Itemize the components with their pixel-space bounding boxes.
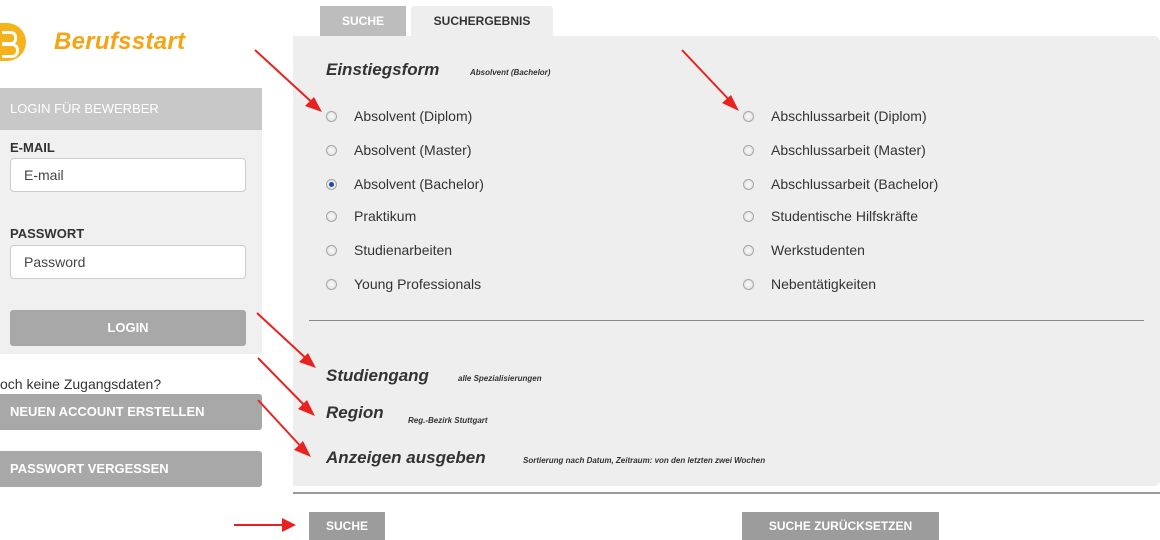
radio-button[interactable]: [743, 110, 754, 122]
region-title[interactable]: Region: [326, 403, 384, 423]
option-label: Abschlussarbeit (Diplom): [771, 108, 927, 124]
option-absolvent-diplom[interactable]: Absolvent (Diplom): [326, 108, 472, 124]
tab-suchergebnis[interactable]: SUCHERGEBNIS: [411, 6, 553, 36]
radio-button[interactable]: [326, 144, 337, 156]
option-label: Praktikum: [354, 208, 417, 224]
forgot-password-button[interactable]: PASSWORT VERGESSEN: [0, 451, 262, 487]
radio-button[interactable]: [326, 278, 337, 290]
option-nebentaetigkeiten[interactable]: Nebentätigkeiten: [743, 276, 876, 292]
option-abschlussarbeit-diplom[interactable]: Abschlussarbeit (Diplom): [743, 108, 927, 124]
option-label: Absolvent (Diplom): [354, 108, 473, 124]
section-divider: [309, 320, 1144, 321]
studiengang-title[interactable]: Studiengang: [326, 366, 429, 386]
radio-button[interactable]: [743, 278, 754, 290]
berufsstart-logo[interactable]: Berufsstart: [0, 14, 205, 70]
option-young-professionals[interactable]: Young Professionals: [326, 276, 481, 292]
einstiegsform-title[interactable]: Einstiegsform: [326, 60, 439, 80]
studiengang-summary: alle Spezialisierungen: [458, 374, 542, 383]
option-abschlussarbeit-bachelor[interactable]: Abschlussarbeit (Bachelor): [743, 176, 938, 192]
radio-button[interactable]: [743, 144, 754, 156]
new-account-button[interactable]: NEUEN ACCOUNT ERSTELLEN: [0, 394, 262, 430]
email-label: E-MAIL: [10, 140, 55, 155]
option-label: Absolvent (Bachelor): [354, 176, 484, 192]
reset-search-button[interactable]: SUCHE ZURÜCKSETZEN: [742, 512, 939, 540]
radio-button[interactable]: [326, 244, 337, 256]
tab-suche[interactable]: SUCHE: [320, 6, 406, 36]
option-studienarbeiten[interactable]: Studienarbeiten: [326, 242, 452, 258]
no-access-text: och keine Zugangsdaten?: [0, 376, 162, 392]
radio-button[interactable]: [326, 110, 337, 122]
password-field[interactable]: [10, 245, 246, 279]
logo-b-icon: [0, 23, 26, 61]
radio-button-selected[interactable]: [326, 178, 337, 190]
option-werkstudenten[interactable]: Werkstudenten: [743, 242, 865, 258]
login-header: LOGIN FÜR BEWERBER: [0, 88, 262, 130]
radio-button[interactable]: [326, 210, 337, 222]
option-label: Werkstudenten: [771, 242, 865, 258]
arrow-icon: [234, 518, 296, 532]
option-studentische-hilfskraefte[interactable]: Studentische Hilfskräfte: [743, 208, 918, 224]
search-button[interactable]: SUCHE: [309, 512, 385, 540]
einstiegsform-summary: Absolvent (Bachelor): [470, 68, 551, 77]
radio-button[interactable]: [743, 210, 754, 222]
option-abschlussarbeit-master[interactable]: Abschlussarbeit (Master): [743, 142, 926, 158]
region-summary: Reg.-Bezirk Stuttgart: [408, 416, 488, 425]
password-label: PASSWORT: [10, 226, 85, 241]
search-panel: Einstiegsform Absolvent (Bachelor) Absol…: [293, 36, 1160, 486]
anzeigen-summary: Sortierung nach Datum, Zeitraum: von den…: [523, 456, 766, 465]
option-label: Abschlussarbeit (Master): [771, 142, 926, 158]
option-absolvent-master[interactable]: Absolvent (Master): [326, 142, 471, 158]
option-label: Abschlussarbeit (Bachelor): [771, 176, 939, 192]
option-label: Studienarbeiten: [354, 242, 453, 258]
option-praktikum[interactable]: Praktikum: [326, 208, 416, 224]
anzeigen-title[interactable]: Anzeigen ausgeben: [326, 448, 486, 468]
brand-name: Berufsstart: [54, 28, 186, 55]
login-panel: LOGIN FÜR BEWERBER E-MAIL PASSWORT LOGIN: [0, 88, 262, 354]
login-button[interactable]: LOGIN: [10, 310, 246, 346]
radio-button[interactable]: [743, 244, 754, 256]
option-label: Studentische Hilfskräfte: [771, 208, 919, 224]
option-label: Nebentätigkeiten: [771, 276, 877, 292]
option-label: Young Professionals: [354, 276, 482, 292]
email-field[interactable]: [10, 158, 246, 192]
option-label: Absolvent (Master): [354, 142, 472, 158]
bottom-divider: [293, 492, 1160, 494]
radio-button[interactable]: [743, 178, 754, 190]
option-absolvent-bachelor[interactable]: Absolvent (Bachelor): [326, 176, 484, 192]
